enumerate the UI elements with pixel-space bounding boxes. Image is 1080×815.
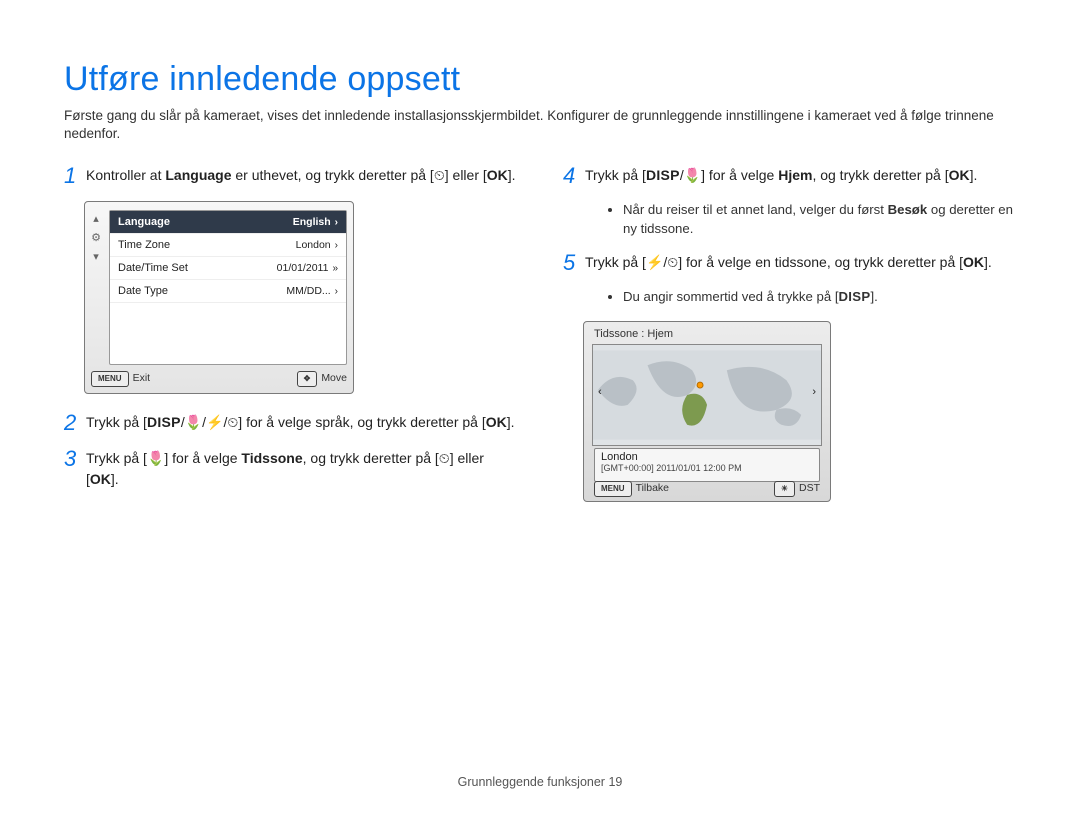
step-number: 5 bbox=[563, 252, 585, 274]
chevron-right-icon: › bbox=[335, 240, 338, 251]
chevron-down-icon: ▾ bbox=[93, 250, 99, 263]
ok-icon: OK bbox=[90, 471, 111, 487]
step-3: 3 Trykk på [🌷] for å velge Tidssone, og … bbox=[64, 448, 517, 489]
menu-icon: MENU bbox=[91, 371, 129, 387]
step-5: 5 Trykk på [⚡/⏲] for å velge en tidssone… bbox=[563, 252, 1016, 274]
step-number: 4 bbox=[563, 165, 585, 187]
step-text: Trykk på [🌷] for å velge Tidssone, og tr… bbox=[86, 448, 517, 489]
step-4: 4 Trykk på [DISP/🌷] for å velge Hjem, og… bbox=[563, 165, 1016, 187]
step-1: 1 Kontroller at Language er uthevet, og … bbox=[64, 165, 517, 187]
step-number: 3 bbox=[64, 448, 86, 489]
dst-hint: ☀DST bbox=[774, 481, 820, 497]
manual-page: Utføre innledende oppsett Første gang du… bbox=[0, 0, 1080, 815]
settings-row-datetype[interactable]: Date Type MM/DD...› bbox=[110, 280, 346, 303]
timer-icon: ⏲ bbox=[434, 167, 445, 183]
ok-icon: OK bbox=[963, 254, 984, 270]
left-column: 1 Kontroller at Language er uthevet, og … bbox=[64, 165, 517, 503]
ok-icon: OK bbox=[949, 167, 970, 183]
settings-screen: ▴ ⚙ ▾ Language English› Time Zone London… bbox=[84, 201, 354, 394]
chevron-right-icon: › bbox=[335, 286, 338, 297]
two-columns: 1 Kontroller at Language er uthevet, og … bbox=[64, 165, 1016, 503]
step-number: 2 bbox=[64, 412, 86, 434]
settings-row-datetime[interactable]: Date/Time Set 01/01/2011» bbox=[110, 257, 346, 280]
chevron-up-icon: ▴ bbox=[93, 212, 99, 225]
timezone-title: Tidssone : Hjem bbox=[594, 328, 673, 340]
flash-icon: ⚡ bbox=[206, 414, 223, 430]
right-column: 4 Trykk på [DISP/🌷] for å velge Hjem, og… bbox=[563, 165, 1016, 503]
menu-icon: MENU bbox=[594, 481, 632, 497]
timezone-screen: Tidssone : Hjem bbox=[583, 321, 831, 502]
page-title: Utføre innledende oppsett bbox=[64, 60, 1016, 99]
timer-icon: ⏲ bbox=[439, 450, 450, 466]
flash-icon: ⚡ bbox=[646, 254, 663, 270]
timezone-stamp: [GMT+00:00] 2011/01/01 12:00 PM bbox=[601, 463, 813, 473]
chevron-left-icon[interactable]: ‹ bbox=[598, 386, 602, 398]
settings-footer: MENUExit ✥Move bbox=[91, 369, 347, 389]
settings-row-timezone[interactable]: Time Zone London› bbox=[110, 234, 346, 257]
step-text: Trykk på [DISP/🌷/⚡/⏲] for å velge språk,… bbox=[86, 412, 515, 434]
macro-icon: 🌷 bbox=[185, 414, 202, 430]
chevron-right-icon: › bbox=[335, 217, 338, 228]
settings-list: Language English› Time Zone London› Date… bbox=[109, 210, 347, 365]
chevron-right-icon: » bbox=[332, 263, 338, 274]
page-footer: Grunnleggende funksjoner 19 bbox=[0, 775, 1080, 789]
note: Når du reiser til et annet land, velger … bbox=[623, 201, 1016, 238]
chevron-right-icon[interactable]: › bbox=[812, 386, 816, 398]
timezone-info: London [GMT+00:00] 2011/01/01 12:00 PM bbox=[594, 448, 820, 482]
disp-icon: DISP bbox=[646, 167, 680, 183]
ok-icon: OK bbox=[486, 414, 507, 430]
macro-icon: 🌷 bbox=[147, 450, 164, 466]
disp-icon: DISP bbox=[147, 414, 181, 430]
back-hint: MENUTilbake bbox=[594, 481, 669, 497]
timer-icon: ⏲ bbox=[667, 254, 678, 270]
timezone-footer: MENUTilbake ☀DST bbox=[594, 481, 820, 497]
step-text: Kontroller at Language er uthevet, og tr… bbox=[86, 165, 516, 187]
settings-side-icons: ▴ ⚙ ▾ bbox=[85, 202, 107, 365]
timezone-city: London bbox=[601, 451, 813, 463]
macro-icon: 🌷 bbox=[684, 167, 701, 183]
timezone-arrows: ‹ › bbox=[598, 386, 816, 398]
dst-icon: ☀ bbox=[774, 481, 795, 497]
gear-icon: ⚙ bbox=[91, 231, 101, 244]
settings-row-language[interactable]: Language English› bbox=[110, 211, 346, 234]
move-hint: ✥Move bbox=[297, 371, 347, 387]
exit-hint: MENUExit bbox=[91, 371, 150, 387]
step-text: Trykk på [DISP/🌷] for å velge Hjem, og t… bbox=[585, 165, 977, 187]
step-2: 2 Trykk på [DISP/🌷/⚡/⏲] for å velge språ… bbox=[64, 412, 517, 434]
step-number: 1 bbox=[64, 165, 86, 187]
note: Du angir sommertid ved å trykke på [DISP… bbox=[623, 288, 1016, 306]
timer-icon: ⏲ bbox=[227, 414, 238, 430]
ok-icon: OK bbox=[487, 167, 508, 183]
disp-icon: DISP bbox=[838, 289, 870, 304]
page-lead: Første gang du slår på kameraet, vises d… bbox=[64, 107, 1016, 143]
step-5-notes: Du angir sommertid ved å trykke på [DISP… bbox=[583, 288, 1016, 306]
nav-icon: ✥ bbox=[297, 371, 318, 387]
step-4-notes: Når du reiser til et annet land, velger … bbox=[583, 201, 1016, 238]
step-text: Trykk på [⚡/⏲] for å velge en tidssone, … bbox=[585, 252, 992, 274]
